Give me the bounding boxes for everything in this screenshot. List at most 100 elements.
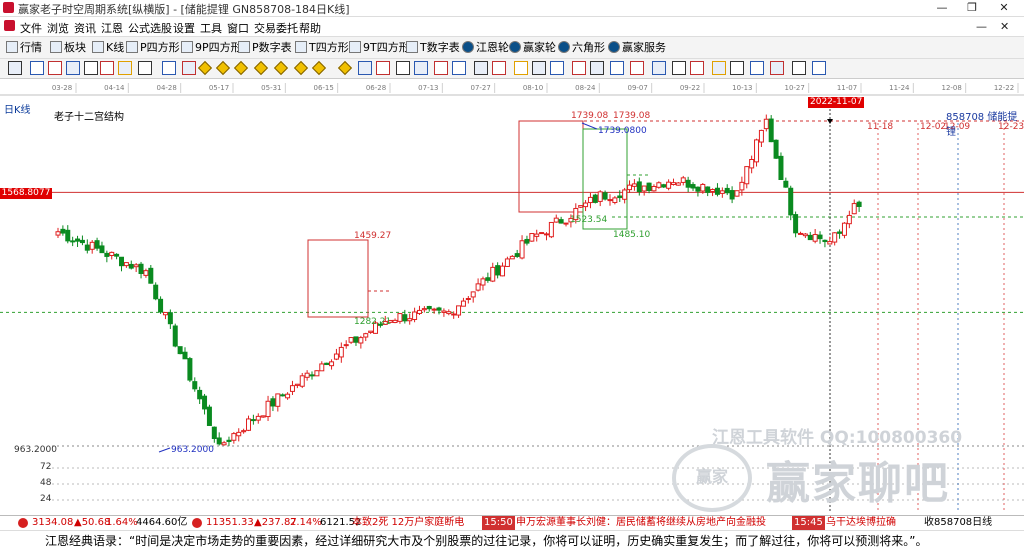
sh-index-pct: 1.64% — [106, 517, 138, 528]
9t-square-icon — [349, 41, 361, 53]
drawing-tool-icon[interactable] — [792, 61, 806, 75]
candle-body — [158, 298, 164, 313]
drawing-tool-icon[interactable] — [550, 61, 564, 75]
drawing-tool-icon[interactable] — [590, 61, 604, 75]
drawing-tool-icon[interactable] — [514, 61, 528, 75]
menu-browse[interactable]: 浏览 — [47, 20, 69, 36]
drawing-tool-icon[interactable] — [672, 61, 686, 75]
candle-body — [392, 319, 398, 324]
drawing-tool-icon[interactable] — [100, 61, 114, 75]
drawing-tool-icon[interactable] — [750, 61, 764, 75]
drawing-tool-icon[interactable] — [434, 61, 448, 75]
tool-p-square-label: P四方形 — [140, 41, 180, 54]
drawing-tool-icon[interactable] — [630, 61, 644, 75]
drawing-tool-icon[interactable] — [118, 61, 132, 75]
candle-body — [412, 311, 418, 321]
drawing-tool-icon[interactable] — [652, 61, 666, 75]
candle-body — [104, 252, 110, 257]
drawing-tool-icon[interactable] — [233, 60, 249, 76]
tool-9t-square[interactable]: 9T四方形 — [349, 40, 410, 55]
tool-p-square[interactable]: P四方形 — [126, 40, 180, 55]
candle-body — [338, 346, 344, 358]
menu-window[interactable]: 窗口 — [227, 20, 249, 36]
drawing-tool-icon[interactable] — [610, 61, 624, 75]
drawing-tool-icon[interactable] — [690, 61, 704, 75]
candle-body — [670, 182, 676, 186]
news-item-1[interactable]: 本致2死 12万户家庭断电 — [352, 516, 464, 530]
drawing-tool-icon[interactable] — [532, 61, 546, 75]
minimize-button[interactable]: — — [926, 0, 958, 16]
drawing-tool-icon[interactable] — [730, 61, 744, 75]
drawing-tool-icon[interactable] — [812, 61, 826, 75]
period-label: 日K线 — [4, 105, 31, 116]
drawing-tool-icon[interactable] — [337, 60, 353, 76]
candle-body — [641, 185, 647, 192]
menu-file[interactable]: 文件 — [20, 20, 42, 36]
drawing-tool-icon[interactable] — [197, 60, 213, 76]
candle-body — [231, 433, 237, 441]
drawing-tool-icon[interactable] — [48, 61, 62, 75]
date-tick: 07-13 — [418, 84, 438, 92]
menu-gann[interactable]: 江恩 — [101, 20, 123, 36]
drawing-tool-icon[interactable] — [492, 61, 506, 75]
candle-body — [846, 214, 852, 225]
tool-t-square[interactable]: T四方形 — [295, 40, 349, 55]
drawing-tool-icon[interactable] — [8, 61, 22, 75]
sh-index-volume: 4464.60亿 — [136, 517, 188, 528]
news-item-2[interactable]: 申万宏源董事长刘健：居民储蓄将继续从房地产向金融投 — [516, 516, 766, 530]
kline-chart-area[interactable]: 03-28 04-14 04-28 05-17 05-31 06-15 06-28 07-13… — [0, 79, 1024, 513]
candle-body — [236, 431, 242, 437]
tool-service[interactable]: 赢家服务 — [608, 40, 666, 55]
candle-body — [675, 182, 681, 186]
tool-winner-wheel[interactable]: 赢家轮 — [509, 40, 556, 55]
tool-sector[interactable]: 板块 — [50, 40, 86, 55]
menu-tools[interactable]: 工具 — [200, 20, 222, 36]
menu-settings[interactable]: 设置 — [173, 20, 195, 36]
drawing-tool-icon[interactable] — [414, 61, 428, 75]
drawing-tool-icon[interactable] — [311, 60, 327, 76]
tool-kline[interactable]: K线 — [92, 40, 124, 55]
drawing-tool-icon[interactable] — [770, 61, 784, 75]
drawing-tool-icon[interactable] — [452, 61, 466, 75]
news-item-3[interactable]: 乌干达埃博拉确 — [826, 516, 896, 530]
drawing-tool-icon[interactable] — [572, 61, 586, 75]
drawing-tool-icon[interactable] — [84, 61, 98, 75]
drawing-tool-icon[interactable] — [293, 60, 309, 76]
drawing-tool-icon[interactable] — [215, 60, 231, 76]
tool-gann-wheel[interactable]: 江恩轮 — [462, 40, 509, 55]
close-button[interactable]: ✕ — [988, 0, 1020, 16]
drawing-tool-icon[interactable] — [376, 61, 390, 75]
kline-chart[interactable]: 03-28 04-14 04-28 05-17 05-31 06-15 06-28 07-13… — [0, 79, 1024, 513]
drawing-tool-icon[interactable] — [66, 61, 80, 75]
menu-info[interactable]: 资讯 — [74, 20, 96, 36]
tool-t-table[interactable]: T数字表 — [406, 40, 460, 55]
child-minimize-button[interactable]: — — [976, 20, 987, 33]
candle-body — [763, 118, 769, 130]
drawing-tool-icon[interactable] — [182, 61, 196, 75]
drawing-tool-icon[interactable] — [253, 60, 269, 76]
drawing-tool-icon[interactable] — [358, 61, 372, 75]
menu-help[interactable]: 帮助 — [299, 20, 321, 36]
tool-hexagon[interactable]: 六角形 — [558, 40, 605, 55]
candle-body — [480, 278, 486, 286]
drawing-tool-icon[interactable] — [474, 61, 488, 75]
drawing-tool-icon[interactable] — [138, 61, 152, 75]
child-close-button[interactable]: ✕ — [1000, 20, 1009, 33]
tool-quotes[interactable]: 行情 — [6, 40, 42, 55]
candle-body — [309, 374, 315, 377]
menu-trade[interactable]: 交易委托 — [254, 20, 298, 36]
drawing-tool-icon[interactable] — [30, 61, 44, 75]
candle-body — [783, 180, 789, 188]
date-tick: 12-22 — [994, 84, 1014, 92]
tool-p-table[interactable]: P数字表 — [238, 40, 292, 55]
menu-formula[interactable]: 公式选股 — [128, 20, 172, 36]
drawing-tool-icon[interactable] — [712, 61, 726, 75]
tool-9p-square[interactable]: 9P四方形 — [181, 40, 242, 55]
candle-body — [807, 234, 813, 241]
drawing-tool-icon[interactable] — [396, 61, 410, 75]
date-tick: 05-31 — [261, 84, 281, 92]
structure-box-3 — [582, 128, 628, 230]
maximize-button[interactable]: ❐ — [956, 0, 988, 16]
drawing-tool-icon[interactable] — [273, 60, 289, 76]
drawing-tool-icon[interactable] — [162, 61, 176, 75]
